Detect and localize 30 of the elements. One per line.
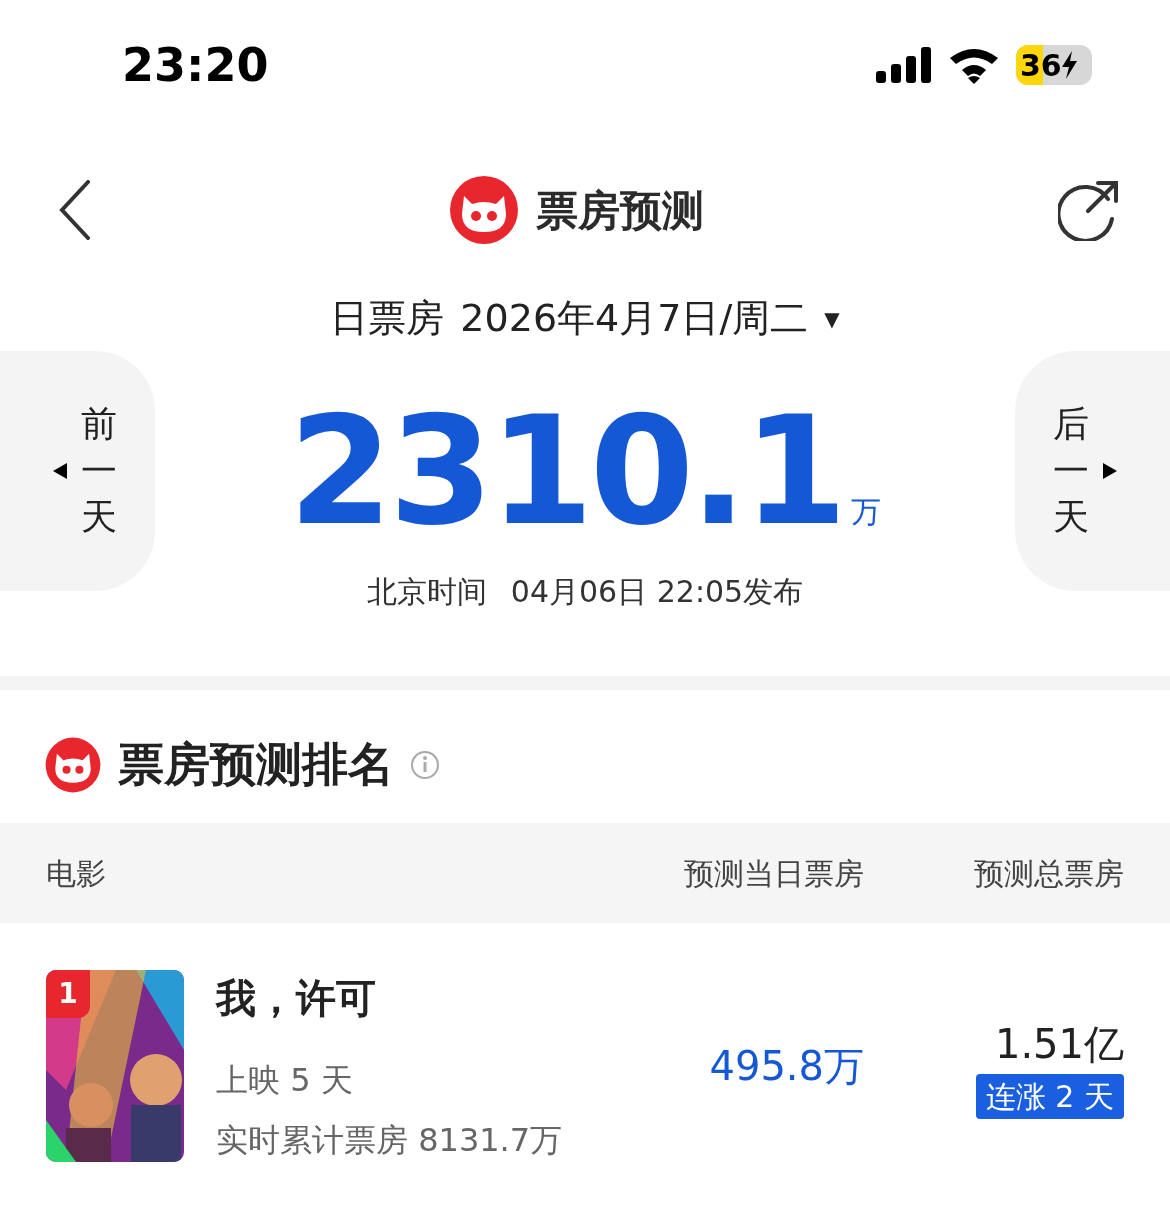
days-showing: 上映 5 天	[216, 1060, 354, 1101]
status-time: 23:20	[122, 36, 269, 94]
left-triangle-icon	[53, 463, 67, 479]
date-value: 2026年4月7日/周二	[460, 295, 809, 342]
movie-title: 我，许可	[216, 974, 377, 1023]
trend-tag: 连涨 2 天	[975, 1073, 1124, 1119]
column-header: 预测总票房	[973, 854, 1124, 893]
section-title: 票房预测排名	[118, 736, 394, 793]
share-icon[interactable]	[1058, 179, 1120, 241]
column-header: 电影	[46, 854, 107, 893]
rank-badge: 1	[46, 970, 90, 1018]
cumulative-box-office: 实时累计票房 8131.7万	[216, 1120, 564, 1161]
signal-icon	[876, 47, 932, 83]
cat-logo-icon	[44, 735, 102, 794]
column-header: 预测当日票房	[684, 854, 864, 893]
publish-label: 北京时间	[366, 573, 487, 611]
day-forecast: 495.8万	[709, 1042, 864, 1091]
next-day-button[interactable]: 后一天	[1015, 351, 1170, 591]
publish-time: 04月06日 22:05发布	[510, 573, 804, 611]
page-title: 票房预测	[536, 184, 704, 237]
cat-logo-icon	[448, 174, 520, 246]
wifi-icon	[948, 46, 1000, 84]
right-triangle-icon	[1103, 463, 1117, 479]
caret-icon: ▼	[824, 303, 840, 334]
box-office-total: 2310.1	[288, 396, 844, 546]
date-label: 日票房	[330, 295, 445, 342]
unit-label: 万	[851, 493, 882, 531]
bolt-icon	[1061, 51, 1078, 79]
total-forecast: 1.51亿	[994, 1019, 1124, 1069]
previous-day-button[interactable]: 前一天	[0, 351, 155, 591]
